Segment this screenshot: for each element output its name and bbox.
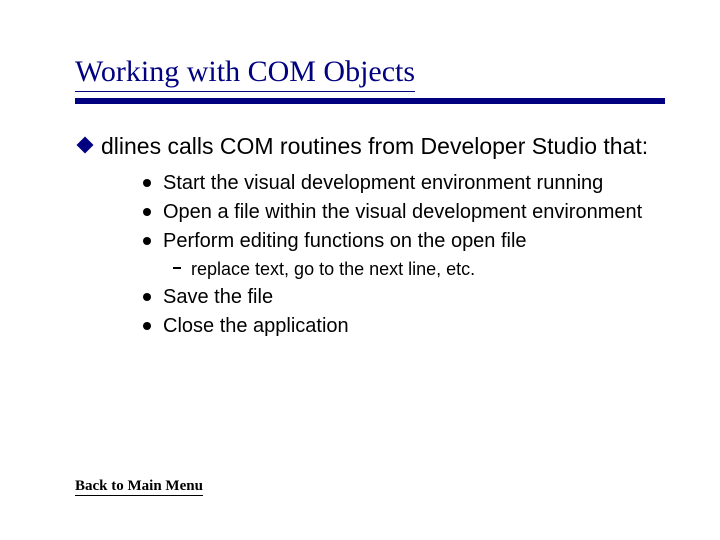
slide: Working with COM Objects dlines calls CO…	[0, 0, 720, 540]
dot-icon	[143, 322, 151, 330]
dot-icon	[143, 237, 151, 245]
bullet-level2: Open a file within the visual developmen…	[143, 200, 660, 225]
bullet-text: dlines calls COM routines from Developer…	[101, 133, 648, 159]
bullet-text: Start the visual development environment…	[163, 172, 603, 194]
dot-icon	[143, 293, 151, 301]
level2-group: Start the visual development environment…	[75, 171, 660, 339]
level3-group: replace text, go to the next line, etc.	[143, 258, 660, 281]
dash-icon	[173, 267, 181, 269]
diamond-icon	[77, 137, 94, 154]
bullet-text: Perform editing functions on the open fi…	[163, 230, 527, 252]
bullet-text: Close the application	[163, 315, 349, 337]
page-title: Working with COM Objects	[75, 55, 415, 92]
bullet-level2: Perform editing functions on the open fi…	[143, 229, 660, 254]
bullet-level2: Save the file	[143, 285, 660, 310]
bullet-level3: replace text, go to the next line, etc.	[173, 258, 660, 281]
bullet-text: Open a file within the visual developmen…	[163, 201, 642, 223]
bullet-level2: Close the application	[143, 314, 660, 339]
bullet-level1: dlines calls COM routines from Developer…	[75, 132, 660, 161]
title-rule	[75, 98, 665, 104]
bullet-text: replace text, go to the next line, etc.	[191, 259, 475, 279]
back-to-main-menu-link[interactable]: Back to Main Menu	[75, 478, 203, 496]
bullet-level2: Start the visual development environment…	[143, 171, 660, 196]
dot-icon	[143, 208, 151, 216]
dot-icon	[143, 179, 151, 187]
bullet-text: Save the file	[163, 286, 273, 308]
